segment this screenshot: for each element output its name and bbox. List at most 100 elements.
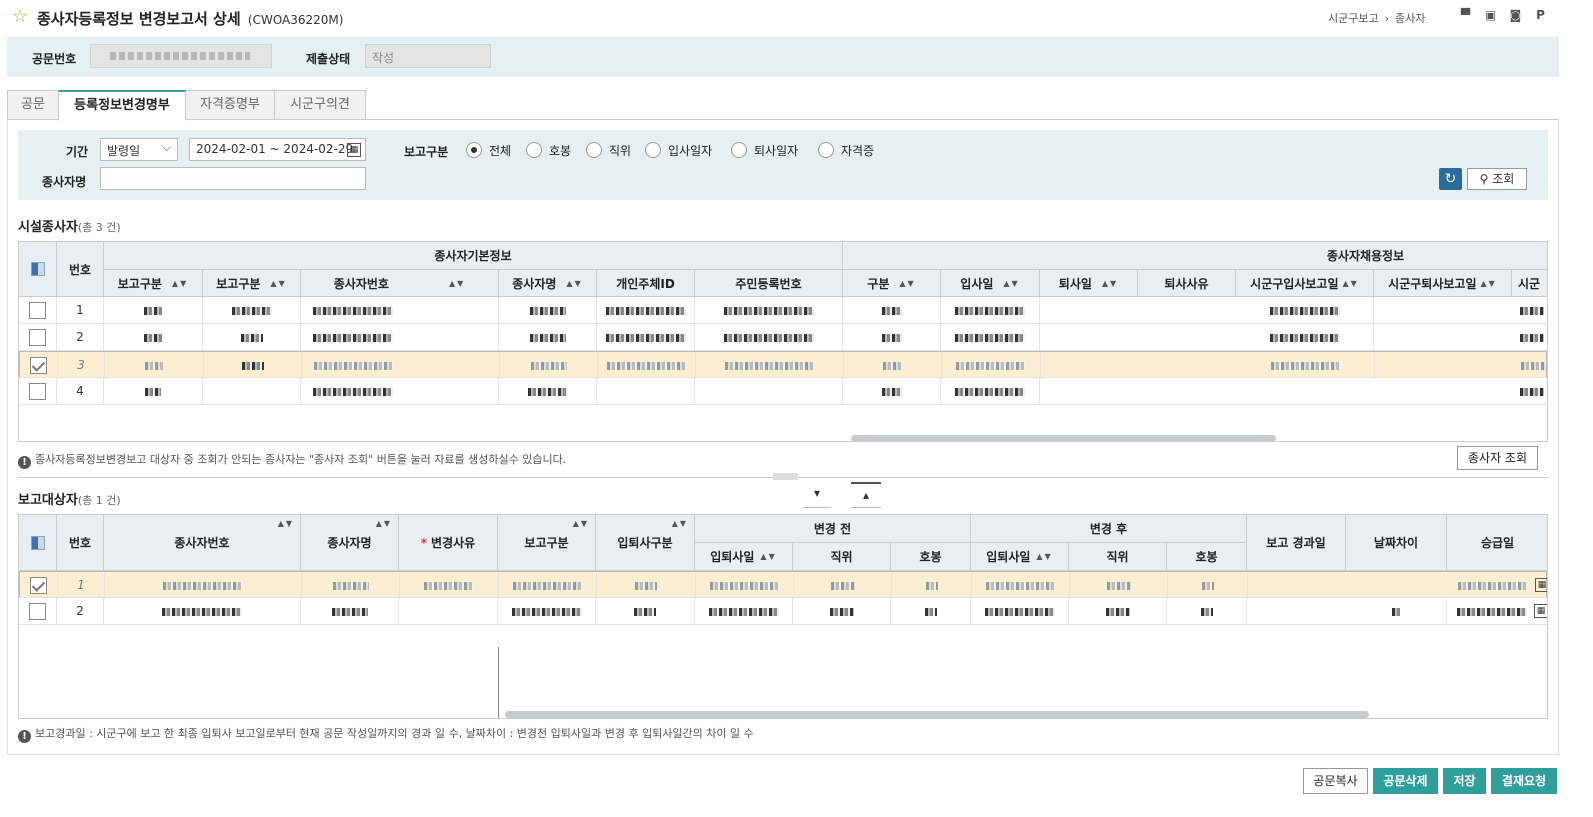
- p-icon[interactable]: P: [1534, 9, 1547, 22]
- sort-filter-icon[interactable]: ▲▼: [760, 552, 776, 561]
- change-reason-input[interactable]: [400, 572, 499, 599]
- row-checkbox[interactable]: [29, 329, 46, 346]
- select-all-header[interactable]: [19, 515, 57, 571]
- radio-leave-date[interactable]: 퇴사일자: [731, 141, 798, 159]
- radio-button[interactable]: [586, 142, 602, 158]
- col-report-type[interactable]: 보고구분 ▲▼: [498, 515, 596, 571]
- search-button[interactable]: ⚲ 조회: [1467, 168, 1527, 190]
- sort-filter-icon[interactable]: ▲▼: [1036, 552, 1052, 561]
- radio-button[interactable]: [731, 142, 747, 158]
- col-report-type-1[interactable]: 보고구분 ▲▼: [104, 270, 203, 297]
- col-leave-date[interactable]: 퇴사일 ▲▼: [1040, 270, 1138, 297]
- report-type-select[interactable]: [498, 598, 596, 625]
- radio-button[interactable]: [645, 142, 661, 158]
- table-row[interactable]: 1: [19, 297, 1547, 324]
- select-all-icon[interactable]: [30, 535, 45, 550]
- masked-value: [145, 387, 161, 396]
- print-icon[interactable]: ▀: [1459, 9, 1472, 22]
- row-checkbox-cell[interactable]: [19, 297, 57, 324]
- col-hire-leave-type[interactable]: 입퇴사구분 ▲▼: [596, 515, 695, 571]
- table-row-selected[interactable]: 3: [19, 351, 1547, 379]
- row-checkbox-cell[interactable]: [20, 352, 58, 379]
- col-worker-no[interactable]: 종사자번호 ▲▼: [104, 515, 301, 571]
- radio-button[interactable]: [466, 142, 482, 158]
- splitter-handle[interactable]: [773, 473, 798, 480]
- promotion-date-input[interactable]: ▦: [1447, 598, 1547, 625]
- sort-filter-icon[interactable]: ▲▼: [573, 519, 589, 528]
- sort-filter-icon[interactable]: ▲▼: [270, 279, 286, 288]
- sort-filter-icon[interactable]: ▲▼: [376, 519, 392, 528]
- request-approval-button[interactable]: 결재요청: [1491, 768, 1557, 794]
- report-type-select[interactable]: [499, 572, 597, 599]
- row-checkbox-cell[interactable]: [19, 598, 57, 625]
- sort-filter-icon[interactable]: ▲▼: [899, 279, 915, 288]
- copy-document-button[interactable]: 공문복사: [1303, 768, 1368, 794]
- tab-district-opinion[interactable]: 시군구의견: [274, 90, 366, 120]
- sort-filter-icon[interactable]: ▲▼: [278, 519, 294, 528]
- breadcrumb-item[interactable]: 종사자: [1395, 12, 1425, 25]
- worker-lookup-button[interactable]: 종사자 조회: [1457, 446, 1538, 470]
- radio-button[interactable]: [818, 142, 834, 158]
- tab-certificate-list[interactable]: 자격증명부: [185, 90, 275, 120]
- copy-icon[interactable]: ▣: [1484, 9, 1497, 22]
- period-range-input[interactable]: 2024-02-01 ~ 2024-02-29 ▦: [189, 138, 366, 161]
- col-before-date[interactable]: 입퇴사일 ▲▼: [695, 543, 793, 571]
- move-up-button[interactable]: ▴: [851, 482, 881, 508]
- sort-filter-icon[interactable]: ▲▼: [172, 279, 188, 288]
- worker-name-input[interactable]: [100, 167, 366, 190]
- col-report-type-2[interactable]: 보고구분 ▲▼: [203, 270, 301, 297]
- horizontal-scrollbar[interactable]: [505, 711, 1369, 718]
- change-reason-input[interactable]: [399, 598, 498, 625]
- table-row-selected[interactable]: 1 ▦: [19, 571, 1547, 599]
- sort-filter-icon[interactable]: ▲▼: [1343, 279, 1359, 288]
- sort-filter-icon[interactable]: ▲▼: [1481, 279, 1497, 288]
- calendar-icon[interactable]: ▦: [347, 143, 361, 157]
- radio-all[interactable]: 전체: [466, 141, 511, 159]
- select-all-header[interactable]: [19, 242, 57, 297]
- col-worker-name[interactable]: 종사자명 ▲▼: [301, 515, 399, 571]
- camera-icon[interactable]: ◙: [1509, 9, 1522, 22]
- col-district-hire-report[interactable]: 시군구입사보고일 ▲▼: [1236, 270, 1374, 297]
- table-row[interactable]: 2 ▦: [19, 598, 1547, 625]
- col-hire-date[interactable]: 입사일 ▲▼: [941, 270, 1040, 297]
- table-row[interactable]: 4: [19, 378, 1547, 405]
- col-after-date[interactable]: 입퇴사일 ▲▼: [971, 543, 1069, 571]
- sort-filter-icon[interactable]: ▲▼: [672, 519, 688, 528]
- breadcrumb-item[interactable]: 시군구보고: [1328, 12, 1379, 25]
- row-checkbox[interactable]: [30, 577, 47, 594]
- tab-registration-change-list[interactable]: 등록정보변경명부: [58, 90, 186, 121]
- col-worker-name[interactable]: 종사자명 ▲▼: [499, 270, 597, 297]
- row-checkbox[interactable]: [29, 302, 46, 319]
- col-worker-no[interactable]: 종사자번호 ▲▼: [301, 270, 499, 297]
- move-down-button[interactable]: ▾: [803, 482, 831, 508]
- col-category[interactable]: 구분 ▲▼: [843, 270, 941, 297]
- radio-certificate[interactable]: 자격증: [818, 141, 874, 159]
- row-checkbox[interactable]: [30, 357, 47, 374]
- row-checkbox[interactable]: [29, 603, 46, 620]
- radio-position[interactable]: 직위: [586, 141, 631, 159]
- sort-filter-icon[interactable]: ▲▼: [1102, 279, 1118, 288]
- period-type-select[interactable]: 발령일 ⌵: [100, 138, 178, 161]
- select-all-icon[interactable]: [30, 262, 45, 276]
- save-button[interactable]: 저장: [1443, 768, 1486, 794]
- row-checkbox-cell[interactable]: [19, 378, 57, 405]
- sort-filter-icon[interactable]: ▲▼: [449, 279, 465, 288]
- delete-document-button[interactable]: 공문삭제: [1373, 768, 1438, 794]
- sort-filter-icon[interactable]: ▲▼: [566, 279, 582, 288]
- row-checkbox-cell[interactable]: [20, 572, 58, 599]
- calendar-icon[interactable]: ▦: [1534, 604, 1547, 618]
- row-checkbox-cell[interactable]: [19, 324, 57, 351]
- table-row[interactable]: 2: [19, 324, 1547, 351]
- radio-salary-step[interactable]: 호봉: [526, 141, 571, 159]
- radio-hire-date[interactable]: 입사일자: [645, 141, 712, 159]
- tab-document[interactable]: 공문: [7, 90, 59, 120]
- radio-button[interactable]: [526, 142, 542, 158]
- favorite-star-icon[interactable]: ☆: [12, 7, 28, 27]
- refresh-button[interactable]: ↻: [1439, 168, 1462, 190]
- sort-filter-icon[interactable]: ▲▼: [1003, 279, 1019, 288]
- horizontal-scrollbar[interactable]: [851, 435, 1276, 441]
- promotion-date-input[interactable]: ▦: [1448, 572, 1547, 599]
- col-district-leave-report[interactable]: 시군구퇴사보고일 ▲▼: [1374, 270, 1512, 297]
- calendar-icon[interactable]: ▦: [1535, 578, 1547, 592]
- row-checkbox[interactable]: [29, 383, 46, 400]
